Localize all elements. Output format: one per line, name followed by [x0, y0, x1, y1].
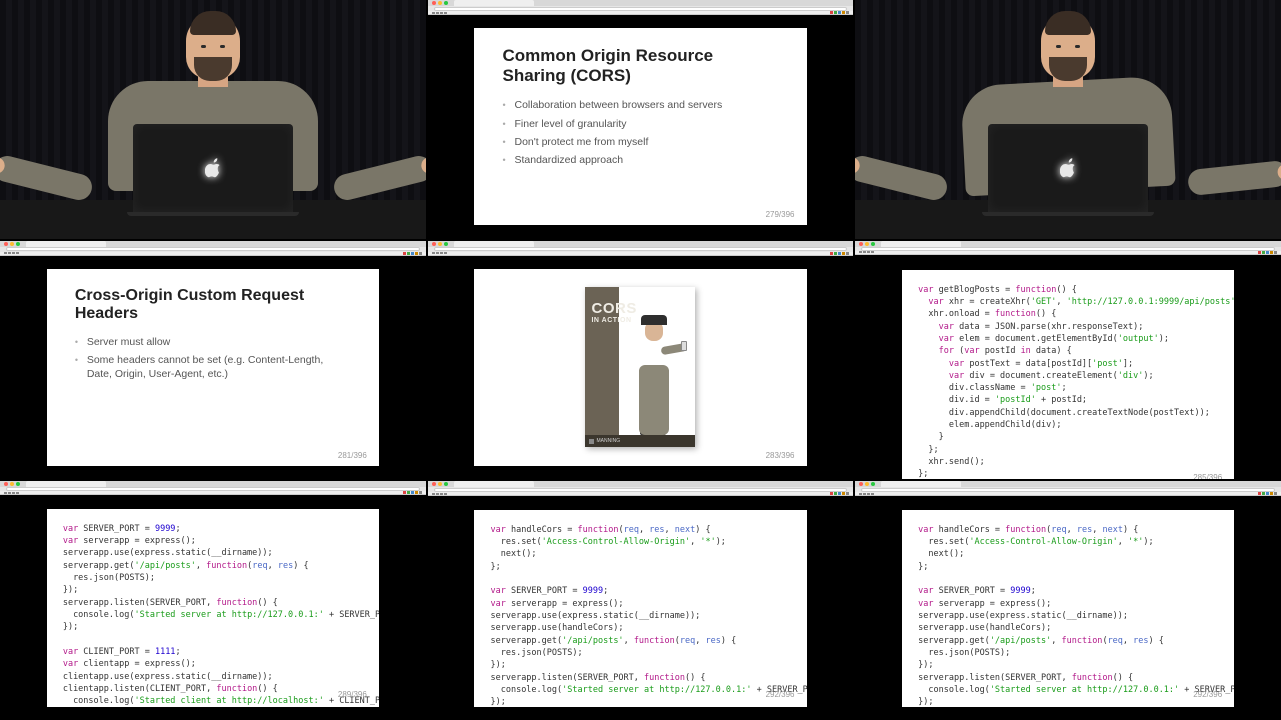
- video-frame: [855, 0, 1281, 239]
- browser-window: var handleCors = function(req, res, next…: [428, 481, 854, 720]
- cover-illustration: [631, 315, 689, 435]
- publisher-bar: MANNING: [585, 435, 695, 447]
- apple-logo-icon: [205, 158, 221, 178]
- laptop: [133, 124, 293, 220]
- laptop: [988, 124, 1148, 220]
- bullet: Standardized approach: [502, 151, 778, 169]
- video-frame: [0, 0, 426, 239]
- bullet: Collaboration between browsers and serve…: [502, 96, 778, 114]
- page-number: 281/396: [338, 451, 367, 460]
- browser-window: CORS IN ACTION MANNING 283/396: [428, 241, 854, 480]
- code-block: var handleCors = function(req, res, next…: [902, 510, 1234, 707]
- slide-card: Cross-Origin Custom Request Headers Serv…: [47, 269, 379, 466]
- page-number: 292/396: [1193, 689, 1222, 701]
- browser-window: var getBlogPosts = function() { var xhr …: [855, 241, 1281, 480]
- browser-window: Common Origin Resource Sharing (CORS) Co…: [428, 0, 854, 239]
- code-block: var SERVER_PORT = 9999; var serverapp = …: [47, 509, 379, 707]
- bullet: Finer level of granularity: [502, 115, 778, 133]
- page-number: 285/396: [1193, 472, 1222, 480]
- thumb-code-server-cors[interactable]: var handleCors = function(req, res, next…: [428, 481, 854, 720]
- slide-card: CORS IN ACTION MANNING 283/396: [474, 269, 806, 466]
- bullet: Server must allow: [75, 333, 351, 351]
- thumb-code-server-cors-2[interactable]: var handleCors = function(req, res, next…: [855, 481, 1281, 720]
- slide-bullets: Server must allow Some headers cannot be…: [75, 333, 351, 384]
- browser-window: var handleCors = function(req, res, next…: [855, 481, 1281, 720]
- thumb-speaker-2[interactable]: [855, 0, 1281, 239]
- thumb-code-client[interactable]: var getBlogPosts = function() { var xhr …: [855, 241, 1281, 480]
- browser-window: var SERVER_PORT = 9999; var serverapp = …: [0, 481, 426, 720]
- thumb-slide-headers[interactable]: Cross-Origin Custom Request Headers Serv…: [0, 241, 426, 480]
- thumb-speaker-1[interactable]: [0, 0, 426, 239]
- book-title: CORS IN ACTION: [591, 301, 636, 324]
- thumbnail-grid: Common Origin Resource Sharing (CORS) Co…: [0, 0, 1281, 720]
- slide-title: Common Origin Resource Sharing (CORS): [502, 46, 778, 86]
- page-number: 289/396: [338, 689, 367, 701]
- browser-window: Cross-Origin Custom Request Headers Serv…: [0, 241, 426, 480]
- page-number: 283/396: [766, 451, 795, 460]
- bullet: Don't protect me from myself: [502, 133, 778, 151]
- thumb-slide-cors[interactable]: Common Origin Resource Sharing (CORS) Co…: [428, 0, 854, 239]
- page-number: 292/396: [766, 689, 795, 701]
- thumb-code-server-basic[interactable]: var SERVER_PORT = 9999; var serverapp = …: [0, 481, 426, 720]
- thumb-book-cover[interactable]: CORS IN ACTION MANNING 283/396: [428, 241, 854, 480]
- page-number: 279/396: [766, 210, 795, 219]
- slide-bullets: Collaboration between browsers and serve…: [502, 96, 778, 169]
- book-cover: CORS IN ACTION MANNING: [585, 287, 695, 447]
- code-block: var getBlogPosts = function() { var xhr …: [902, 270, 1234, 480]
- bullet: Some headers cannot be set (e.g. Content…: [75, 351, 351, 383]
- code-block: var handleCors = function(req, res, next…: [474, 510, 806, 707]
- apple-logo-icon: [1060, 158, 1076, 178]
- slide-title: Cross-Origin Custom Request Headers: [75, 287, 351, 323]
- slide-card: Common Origin Resource Sharing (CORS) Co…: [474, 28, 806, 225]
